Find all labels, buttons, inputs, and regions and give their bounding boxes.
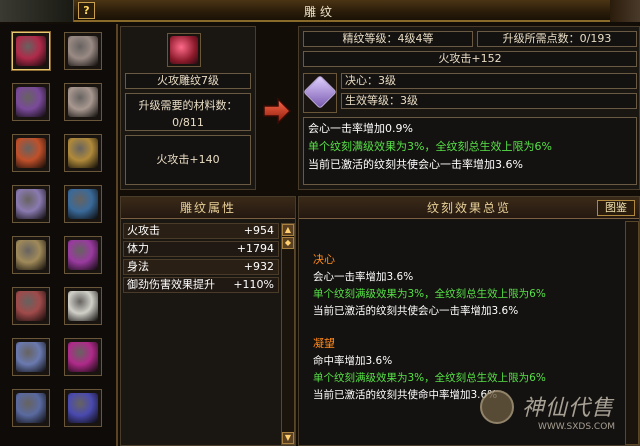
inventory-slot[interactable] (64, 338, 102, 376)
scroll-down-button[interactable]: ▼ (282, 432, 294, 444)
attribute-value: +954 (243, 224, 274, 237)
armor-icon (16, 87, 46, 117)
scroll-thumb[interactable]: ◆ (282, 237, 294, 249)
title-decoration-right (610, 0, 640, 22)
attributes-panel: 雕纹属性 火攻击 +954 体力 +1794 身法 +932 御劲伤害效果提升 … (120, 196, 296, 446)
attribute-row: 体力 +1794 (123, 241, 279, 257)
watermark-logo-icon (480, 390, 514, 424)
attribute-row: 身法 +932 (123, 259, 279, 275)
materials-box: 升级需要的材料数： 0/811 (125, 93, 251, 131)
attribute-row: 火攻击 +954 (123, 223, 279, 239)
watermark: 神仙代售 WWW.SXDS.COM (478, 386, 638, 444)
desc-line: 当前已激活的纹刻共使会心一击率增加3.6% (308, 158, 523, 171)
glove-icon (16, 342, 46, 372)
bracer-icon (68, 138, 98, 168)
inventory-column (0, 24, 118, 446)
ring-icon (68, 36, 98, 66)
effect-line: 命中率增加3.6% (313, 355, 393, 367)
attributes-title: 雕纹属性 (121, 197, 295, 219)
materials-label: 升级需要的材料数： (138, 99, 238, 112)
attributes-scrollbar[interactable]: ▲ ◆ ▼ (281, 223, 295, 445)
attribute-name: 火攻击 (127, 224, 160, 237)
upgrade-points: 升级所需点数：0/193 (477, 31, 637, 47)
gem-icon (303, 75, 337, 109)
attribute-name: 体力 (127, 242, 149, 255)
hairpin-icon (68, 393, 98, 423)
catalog-button[interactable]: 图鉴 (597, 200, 635, 216)
inventory-slot[interactable] (64, 83, 102, 121)
watermark-text: 神仙代售 (522, 396, 615, 421)
red-weapon-icon (16, 36, 46, 66)
effect-group-name: 决心 (313, 253, 335, 266)
needle-icon (68, 189, 98, 219)
watermark-url: WWW.SXDS.COM (538, 422, 616, 432)
upgrade-panel: 精纹等级：4级4等 升级所需点数：0/193 火攻击+152 决心：3级 生效等… (298, 26, 640, 190)
effect-line: 单个纹刻满级效果为3%，全纹刻总生效上限为6% (313, 288, 546, 300)
current-carving-panel: 火攻雕纹7级 升级需要的材料数： 0/811 火攻击+140 (120, 26, 256, 190)
inventory-slot[interactable] (12, 338, 50, 376)
boots-icon (16, 393, 46, 423)
desc-line: 会心一击率增加0.9% (308, 122, 413, 135)
effect-line: 会心一击率增加3.6% (313, 271, 414, 283)
inventory-slot[interactable] (12, 32, 50, 70)
attribute-value: +1794 (236, 242, 274, 255)
inventory-slot[interactable] (12, 134, 50, 172)
scroll-up-button[interactable]: ▲ (282, 224, 294, 236)
upgrade-effect: 火攻击+152 (303, 51, 637, 67)
inventory-slot[interactable] (12, 83, 50, 121)
gem-level: 生效等级：3级 (341, 93, 637, 109)
inventory-slot[interactable] (64, 134, 102, 172)
attribute-name: 身法 (127, 260, 149, 273)
gem-name: 决心：3级 (341, 73, 637, 89)
attribute-value: +110% (233, 278, 274, 291)
current-item-name: 火攻雕纹7级 (125, 73, 251, 89)
inventory-slot[interactable] (12, 236, 50, 274)
carving-level: 精纹等级：4级4等 (303, 31, 473, 47)
blade-icon (68, 240, 98, 270)
inventory-slot[interactable] (12, 287, 50, 325)
attribute-name: 御劲伤害效果提升 (127, 278, 215, 291)
effect-line: 当前已激活的纹刻共使命中率增加3.6% (313, 389, 498, 401)
pendant-icon (68, 342, 98, 372)
inventory-slot[interactable] (64, 236, 102, 274)
inventory-slot[interactable] (12, 389, 50, 427)
inventory-slot[interactable] (64, 185, 102, 223)
attribute-row: 御劲伤害效果提升 +110% (123, 277, 279, 293)
inventory-slot[interactable] (64, 32, 102, 70)
amulet-icon (16, 189, 46, 219)
effects-title: 纹刻效果总览 (299, 197, 639, 219)
scroll-icon (16, 138, 46, 168)
gem-slot[interactable] (303, 73, 337, 113)
attribute-value: +932 (243, 260, 274, 273)
current-item-slot[interactable] (167, 33, 201, 67)
belt-icon (16, 240, 46, 270)
window-title: 雕纹 (303, 5, 336, 19)
inventory-slot[interactable] (12, 185, 50, 223)
effect-line: 单个纹刻满级效果为3%，全纹刻总生效上限为6% (313, 372, 546, 384)
effect-group-name: 凝望 (313, 337, 335, 350)
desc-line: 单个纹刻满级效果为3%，全纹刻总生效上限为6% (308, 140, 552, 153)
title-bar: ? 雕纹 (0, 0, 640, 22)
effect-line: 当前已激活的纹刻共使会心一击率增加3.6% (313, 305, 519, 317)
upgrade-arrow-icon (263, 97, 292, 125)
gem-description: 会心一击率增加0.9% 单个纹刻满级效果为3%，全纹刻总生效上限为6% 当前已激… (303, 117, 637, 185)
inventory-slot[interactable] (64, 287, 102, 325)
materials-value: 0/811 (172, 116, 204, 129)
tassel-icon (16, 291, 46, 321)
ring-icon (68, 87, 98, 117)
jade-icon (68, 291, 98, 321)
inventory-slot[interactable] (64, 389, 102, 427)
red-weapon-icon (170, 36, 198, 64)
current-effect: 火攻击+140 (125, 135, 251, 185)
